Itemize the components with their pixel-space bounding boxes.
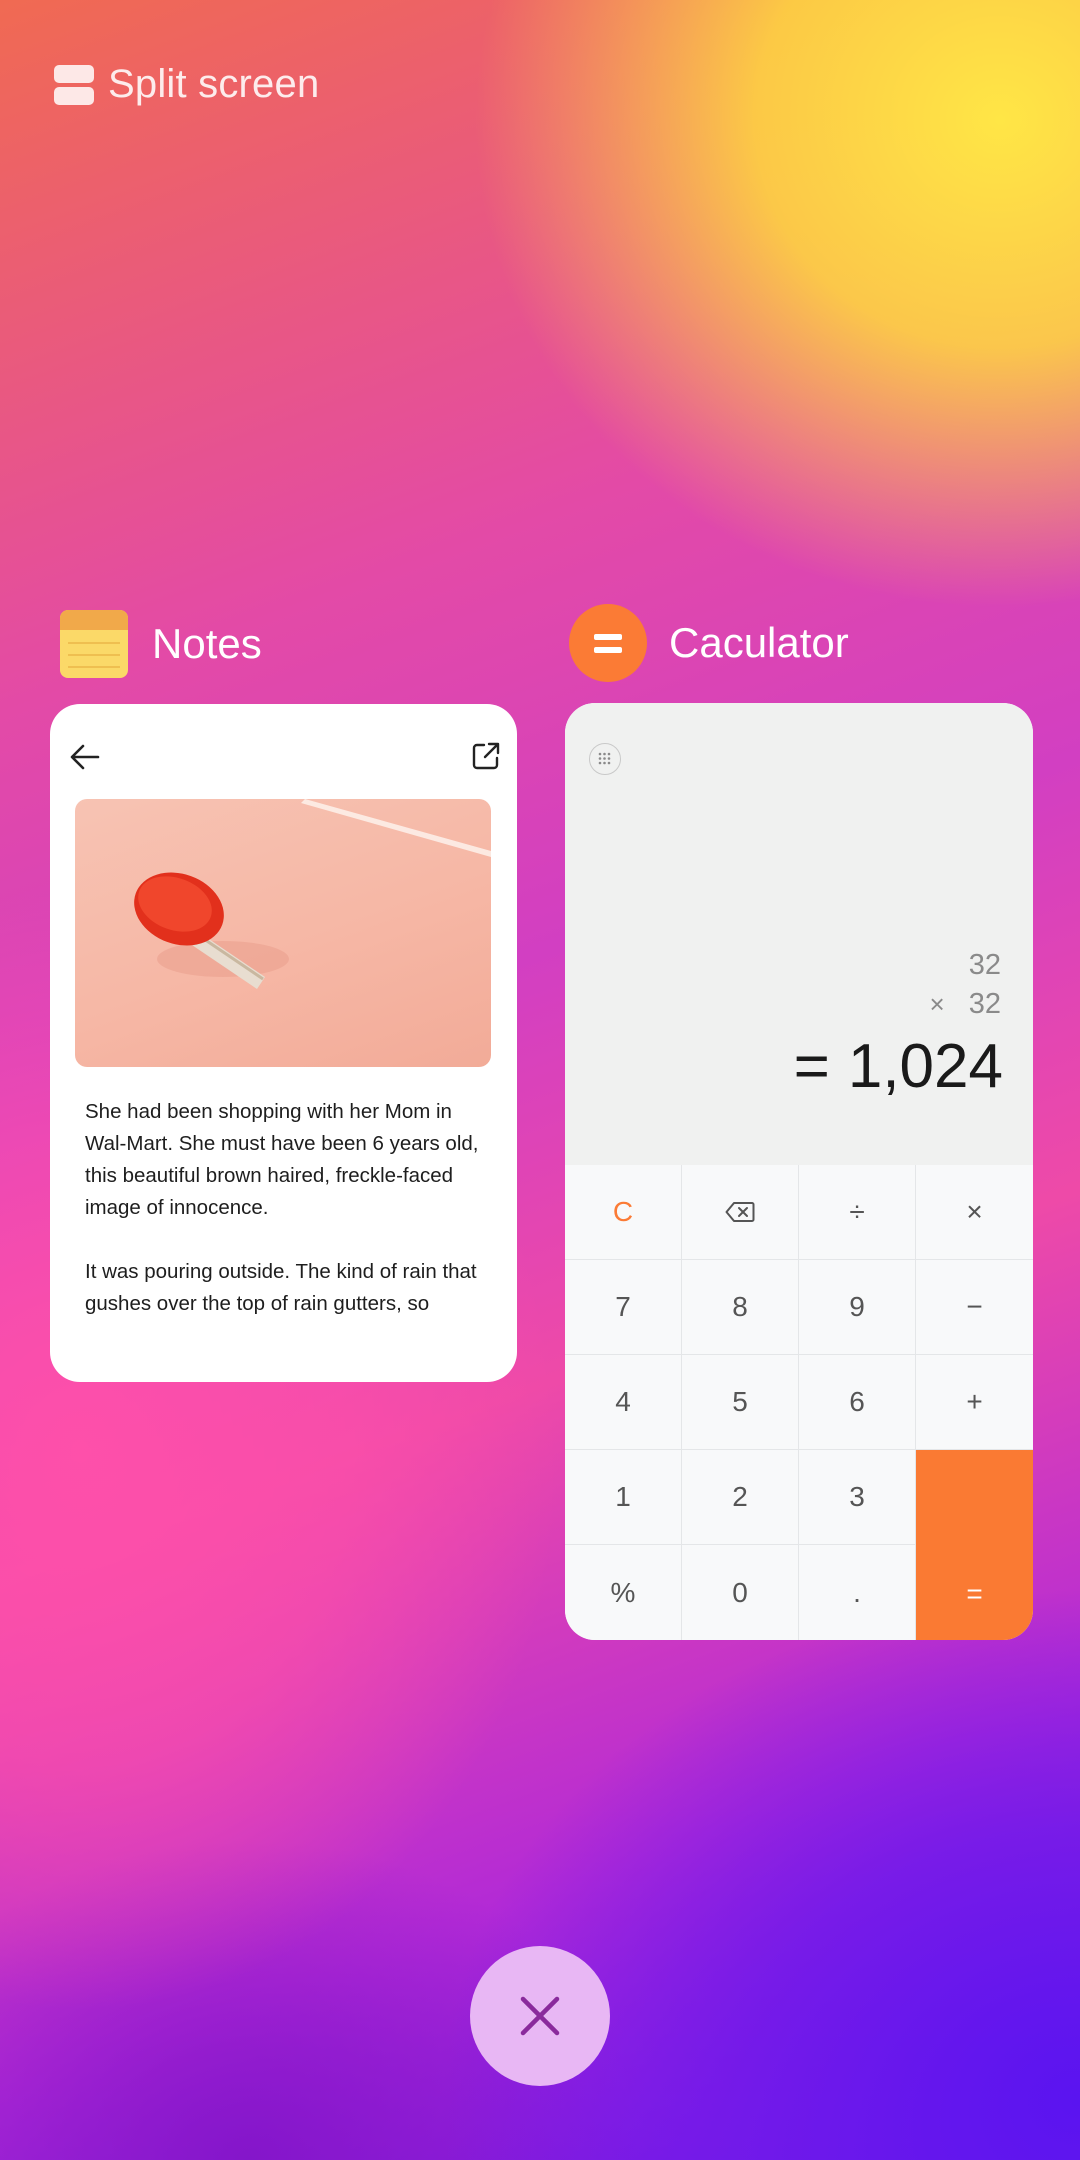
close-icon	[520, 1996, 560, 2036]
expression-operator: ×	[929, 989, 945, 1019]
notes-paragraph-2: It was pouring outside. The kind of rain…	[85, 1260, 477, 1315]
expression-line-2: × 32	[930, 988, 1001, 1021]
key-8[interactable]: 8	[682, 1260, 799, 1355]
calculator-result: = 1,024	[794, 1031, 1003, 1102]
split-screen-header: Split screen	[54, 62, 319, 107]
expression-line-1: 32	[968, 949, 1001, 981]
divide-key[interactable]: ÷	[799, 1165, 916, 1260]
ping-pong-paddle-image	[75, 799, 491, 1067]
calculator-keypad: C ÷ × 7 8 9 − 4 5 6 + 1 2 3 % 0 . =	[565, 1165, 1033, 1640]
share-icon[interactable]	[470, 740, 502, 772]
notes-app-header[interactable]: Notes	[60, 610, 262, 678]
backspace-icon	[725, 1202, 755, 1222]
plus-key[interactable]: +	[916, 1355, 1033, 1450]
calculator-display: 32 × 32 = 1,024	[565, 703, 1033, 1165]
menu-icon[interactable]	[589, 743, 621, 775]
result-value: 1,024	[847, 1032, 1003, 1101]
calculator-window[interactable]: 32 × 32 = 1,024 C ÷ × 7 8 9 − 4 5 6 + 1 2 …	[565, 703, 1033, 1640]
notes-window[interactable]: She had been shopping with her Mom in Wa…	[50, 704, 517, 1382]
split-screen-icon	[54, 64, 94, 105]
key-2[interactable]: 2	[682, 1450, 799, 1545]
key-5[interactable]: 5	[682, 1355, 799, 1450]
percent-key[interactable]: %	[565, 1545, 682, 1640]
decimal-key[interactable]: .	[799, 1545, 916, 1640]
notes-app-label: Notes	[152, 620, 262, 667]
equals-key[interactable]: =	[916, 1450, 1033, 1640]
key-0[interactable]: 0	[682, 1545, 799, 1640]
calculator-app-icon	[569, 604, 647, 682]
calculator-app-header[interactable]: Caculator	[569, 604, 849, 682]
multiply-key[interactable]: ×	[916, 1165, 1033, 1260]
notes-app-icon	[60, 610, 128, 678]
notes-toolbar	[50, 704, 517, 804]
notes-body: She had been shopping with her Mom in Wa…	[85, 1096, 485, 1352]
key-7[interactable]: 7	[565, 1260, 682, 1355]
backspace-key[interactable]	[682, 1165, 799, 1260]
minus-key[interactable]: −	[916, 1260, 1033, 1355]
clear-key[interactable]: C	[565, 1165, 682, 1260]
expression-operand: 32	[968, 988, 1001, 1020]
key-3[interactable]: 3	[799, 1450, 916, 1545]
key-9[interactable]: 9	[799, 1260, 916, 1355]
calculator-app-label: Caculator	[669, 619, 849, 666]
split-screen-label: Split screen	[108, 62, 320, 106]
notes-paragraph-1: She had been shopping with her Mom in Wa…	[85, 1100, 479, 1219]
result-equals: =	[793, 1032, 830, 1101]
key-4[interactable]: 4	[565, 1355, 682, 1450]
back-arrow-icon[interactable]	[68, 740, 102, 774]
close-split-screen-button[interactable]	[470, 1946, 610, 2086]
key-6[interactable]: 6	[799, 1355, 916, 1450]
key-1[interactable]: 1	[565, 1450, 682, 1545]
